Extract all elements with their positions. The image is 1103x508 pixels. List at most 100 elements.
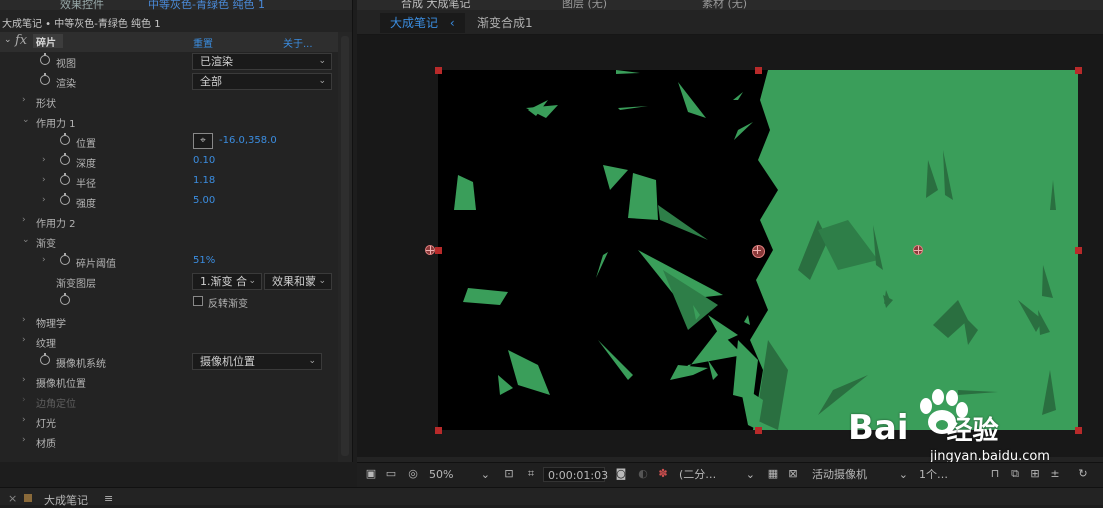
expand-arrow-icon[interactable]: › bbox=[42, 255, 50, 265]
effect-controls-tab[interactable]: 效果控件 bbox=[60, 0, 104, 12]
layer-handle[interactable] bbox=[755, 427, 762, 434]
view-layout-dropdown[interactable]: 1个… bbox=[919, 467, 974, 482]
invert-gradient-checkbox[interactable] bbox=[193, 296, 203, 306]
property-group-shape[interactable]: › 形状 bbox=[0, 92, 338, 112]
expand-arrow-icon[interactable]: › bbox=[22, 215, 30, 225]
stopwatch-icon[interactable] bbox=[60, 133, 70, 145]
collapse-arrow-icon[interactable]: ⌄ bbox=[4, 35, 12, 45]
layer-handle[interactable] bbox=[1075, 247, 1082, 254]
expand-arrow-icon[interactable]: › bbox=[42, 155, 50, 165]
force-point-target-icon[interactable] bbox=[913, 245, 923, 255]
timeline-icon[interactable]: ⧉ bbox=[1009, 468, 1021, 479]
show-snapshot-icon[interactable]: ◐ bbox=[637, 468, 649, 479]
expand-arrow-icon[interactable]: › bbox=[22, 415, 30, 425]
gradient-layer-mode-dropdown[interactable]: 效果和蒙 ⌄ bbox=[264, 273, 332, 290]
property-group-material[interactable]: › 材质 bbox=[0, 432, 338, 452]
tab-layer[interactable]: 图层 (无) bbox=[562, 0, 607, 11]
current-time-display[interactable]: 0:00:01:03 bbox=[543, 467, 608, 482]
effect-header-row[interactable]: ⌄ fx 碎片 重置 关于... bbox=[0, 32, 338, 52]
expand-arrow-icon[interactable]: › bbox=[22, 95, 30, 105]
panel-menu-icon[interactable]: ≡ bbox=[104, 492, 113, 505]
layer-handle[interactable] bbox=[435, 427, 442, 434]
expand-arrow-icon[interactable]: › bbox=[22, 375, 30, 385]
property-group-texture[interactable]: › 纹理 bbox=[0, 332, 338, 352]
resolution-dropdown[interactable]: (二分… ⌄ bbox=[679, 467, 759, 482]
reset-exposure-icon[interactable]: ↻ bbox=[1077, 468, 1089, 479]
property-group-corner-pin[interactable]: › 边角定位 bbox=[0, 392, 338, 412]
property-group-force2[interactable]: › 作用力 2 bbox=[0, 212, 338, 232]
property-group-gradient[interactable]: ⌄ 渐变 bbox=[0, 232, 338, 252]
transparency-grid-icon[interactable]: ⊠ bbox=[787, 468, 799, 479]
layer-handle[interactable] bbox=[755, 67, 762, 74]
expand-arrow-icon[interactable]: › bbox=[42, 175, 50, 185]
fast-preview-icon[interactable]: ▦ bbox=[767, 468, 779, 479]
always-preview-icon[interactable]: ▣ bbox=[365, 468, 377, 479]
radius-value[interactable]: 1.18 bbox=[193, 175, 215, 186]
property-group-lights[interactable]: › 灯光 bbox=[0, 412, 338, 432]
fit-frame-icon[interactable]: ⊡ bbox=[503, 468, 515, 479]
chevron-down-icon: ⌄ bbox=[248, 276, 256, 286]
strength-value[interactable]: 5.00 bbox=[193, 195, 215, 206]
expand-arrow-icon[interactable]: › bbox=[22, 435, 30, 445]
effect-controls-layer-name[interactable]: 中等灰色-青绿色 纯色 1 bbox=[148, 0, 265, 12]
exposure-icon[interactable]: ± bbox=[1049, 468, 1061, 479]
layer-handle[interactable] bbox=[1075, 427, 1082, 434]
expand-arrow-icon[interactable]: › bbox=[22, 395, 30, 405]
expand-arrow-icon[interactable]: › bbox=[22, 335, 30, 345]
monitor-icon[interactable]: ▭ bbox=[385, 468, 397, 479]
breadcrumb-other-comp[interactable]: 渐变合成1 bbox=[477, 13, 533, 33]
stopwatch-icon[interactable] bbox=[60, 153, 70, 165]
stopwatch-icon[interactable] bbox=[60, 173, 70, 185]
camera-position-label: 摄像机位置 bbox=[36, 379, 86, 390]
composition-frame[interactable] bbox=[425, 67, 1082, 434]
tab-composition[interactable]: 合成 大成笔记 bbox=[401, 0, 471, 11]
expand-arrow-icon[interactable]: › bbox=[22, 315, 30, 325]
crosshair-icon[interactable]: ⌖ bbox=[193, 133, 213, 149]
effect-controls-panel: 效果控件 中等灰色-青绿色 纯色 1 大成笔记 • 中等灰色-青绿色 纯色 1 … bbox=[0, 0, 353, 462]
property-group-force1[interactable]: ⌄ 作用力 1 bbox=[0, 112, 338, 132]
zoom-dropdown[interactable]: 50% ⌄ bbox=[429, 467, 494, 482]
mask-visibility-icon[interactable]: ◎ bbox=[407, 468, 419, 479]
timeline-tab[interactable]: 大成笔记 bbox=[44, 492, 88, 508]
stopwatch-icon[interactable] bbox=[60, 193, 70, 205]
stopwatch-icon[interactable] bbox=[40, 353, 50, 365]
property-group-physics[interactable]: › 物理学 bbox=[0, 312, 338, 332]
camera-dropdown[interactable]: 活动摄像机 ⌄ bbox=[812, 467, 912, 482]
camera-snapshot-icon[interactable]: ◙ bbox=[615, 468, 627, 479]
reset-link[interactable]: 重置 bbox=[193, 35, 213, 50]
collapse-arrow-icon[interactable]: ⌄ bbox=[22, 115, 30, 125]
view-dropdown[interactable]: 已渲染 ⌄ bbox=[192, 53, 332, 70]
force-point-target-icon[interactable] bbox=[425, 245, 435, 255]
panel-tab-strip: 效果控件 中等灰色-青绿色 纯色 1 bbox=[0, 0, 352, 12]
effect-name[interactable]: 碎片 bbox=[33, 34, 63, 49]
region-of-interest-icon[interactable]: ⌗ bbox=[525, 468, 537, 479]
stopwatch-icon[interactable] bbox=[40, 53, 50, 65]
effect-controls-scrollbar[interactable] bbox=[338, 32, 352, 462]
collapse-arrow-icon[interactable]: ⌄ bbox=[22, 235, 30, 245]
layer-handle[interactable] bbox=[435, 67, 442, 74]
camera-system-dropdown[interactable]: 摄像机位置 ⌄ bbox=[192, 353, 322, 370]
flowchart-icon[interactable]: ⊞ bbox=[1029, 468, 1041, 479]
threshold-value[interactable]: 51% bbox=[193, 255, 215, 266]
viewer-toolbar: ▣ ▭ ◎ 50% ⌄ ⊡ ⌗ 0:00:01:03 ◙ ◐ ✽ (二分… ⌄ ▦ … bbox=[357, 462, 1103, 487]
layer-handle[interactable] bbox=[435, 247, 442, 254]
gradient-layer-dropdown[interactable]: 1.渐变 合 ⌄ bbox=[192, 273, 262, 290]
stopwatch-icon[interactable] bbox=[40, 73, 50, 85]
close-icon[interactable]: × bbox=[8, 492, 17, 505]
stopwatch-icon[interactable] bbox=[60, 293, 70, 305]
expand-arrow-icon[interactable]: › bbox=[42, 195, 50, 205]
tab-footage[interactable]: 素材 (无) bbox=[702, 0, 747, 11]
position-value[interactable]: -16.0,358.0 bbox=[219, 135, 277, 146]
anchor-point-target-icon[interactable] bbox=[752, 245, 765, 258]
render-dropdown[interactable]: 全部 ⌄ bbox=[192, 73, 332, 90]
toggle-pixel-aspect-icon[interactable]: ⊓ bbox=[989, 468, 1001, 479]
chevron-down-icon: ⌄ bbox=[745, 468, 755, 481]
depth-value[interactable]: 0.10 bbox=[193, 155, 215, 166]
color-channels-icon[interactable]: ✽ bbox=[657, 468, 669, 479]
property-group-camera-position[interactable]: › 摄像机位置 bbox=[0, 372, 338, 392]
layer-handle[interactable] bbox=[1075, 67, 1082, 74]
stopwatch-icon[interactable] bbox=[60, 253, 70, 265]
breadcrumb-active-comp[interactable]: 大成笔记 ‹ bbox=[380, 13, 465, 33]
about-link[interactable]: 关于... bbox=[283, 35, 313, 50]
fx-icon[interactable]: fx bbox=[15, 33, 27, 48]
